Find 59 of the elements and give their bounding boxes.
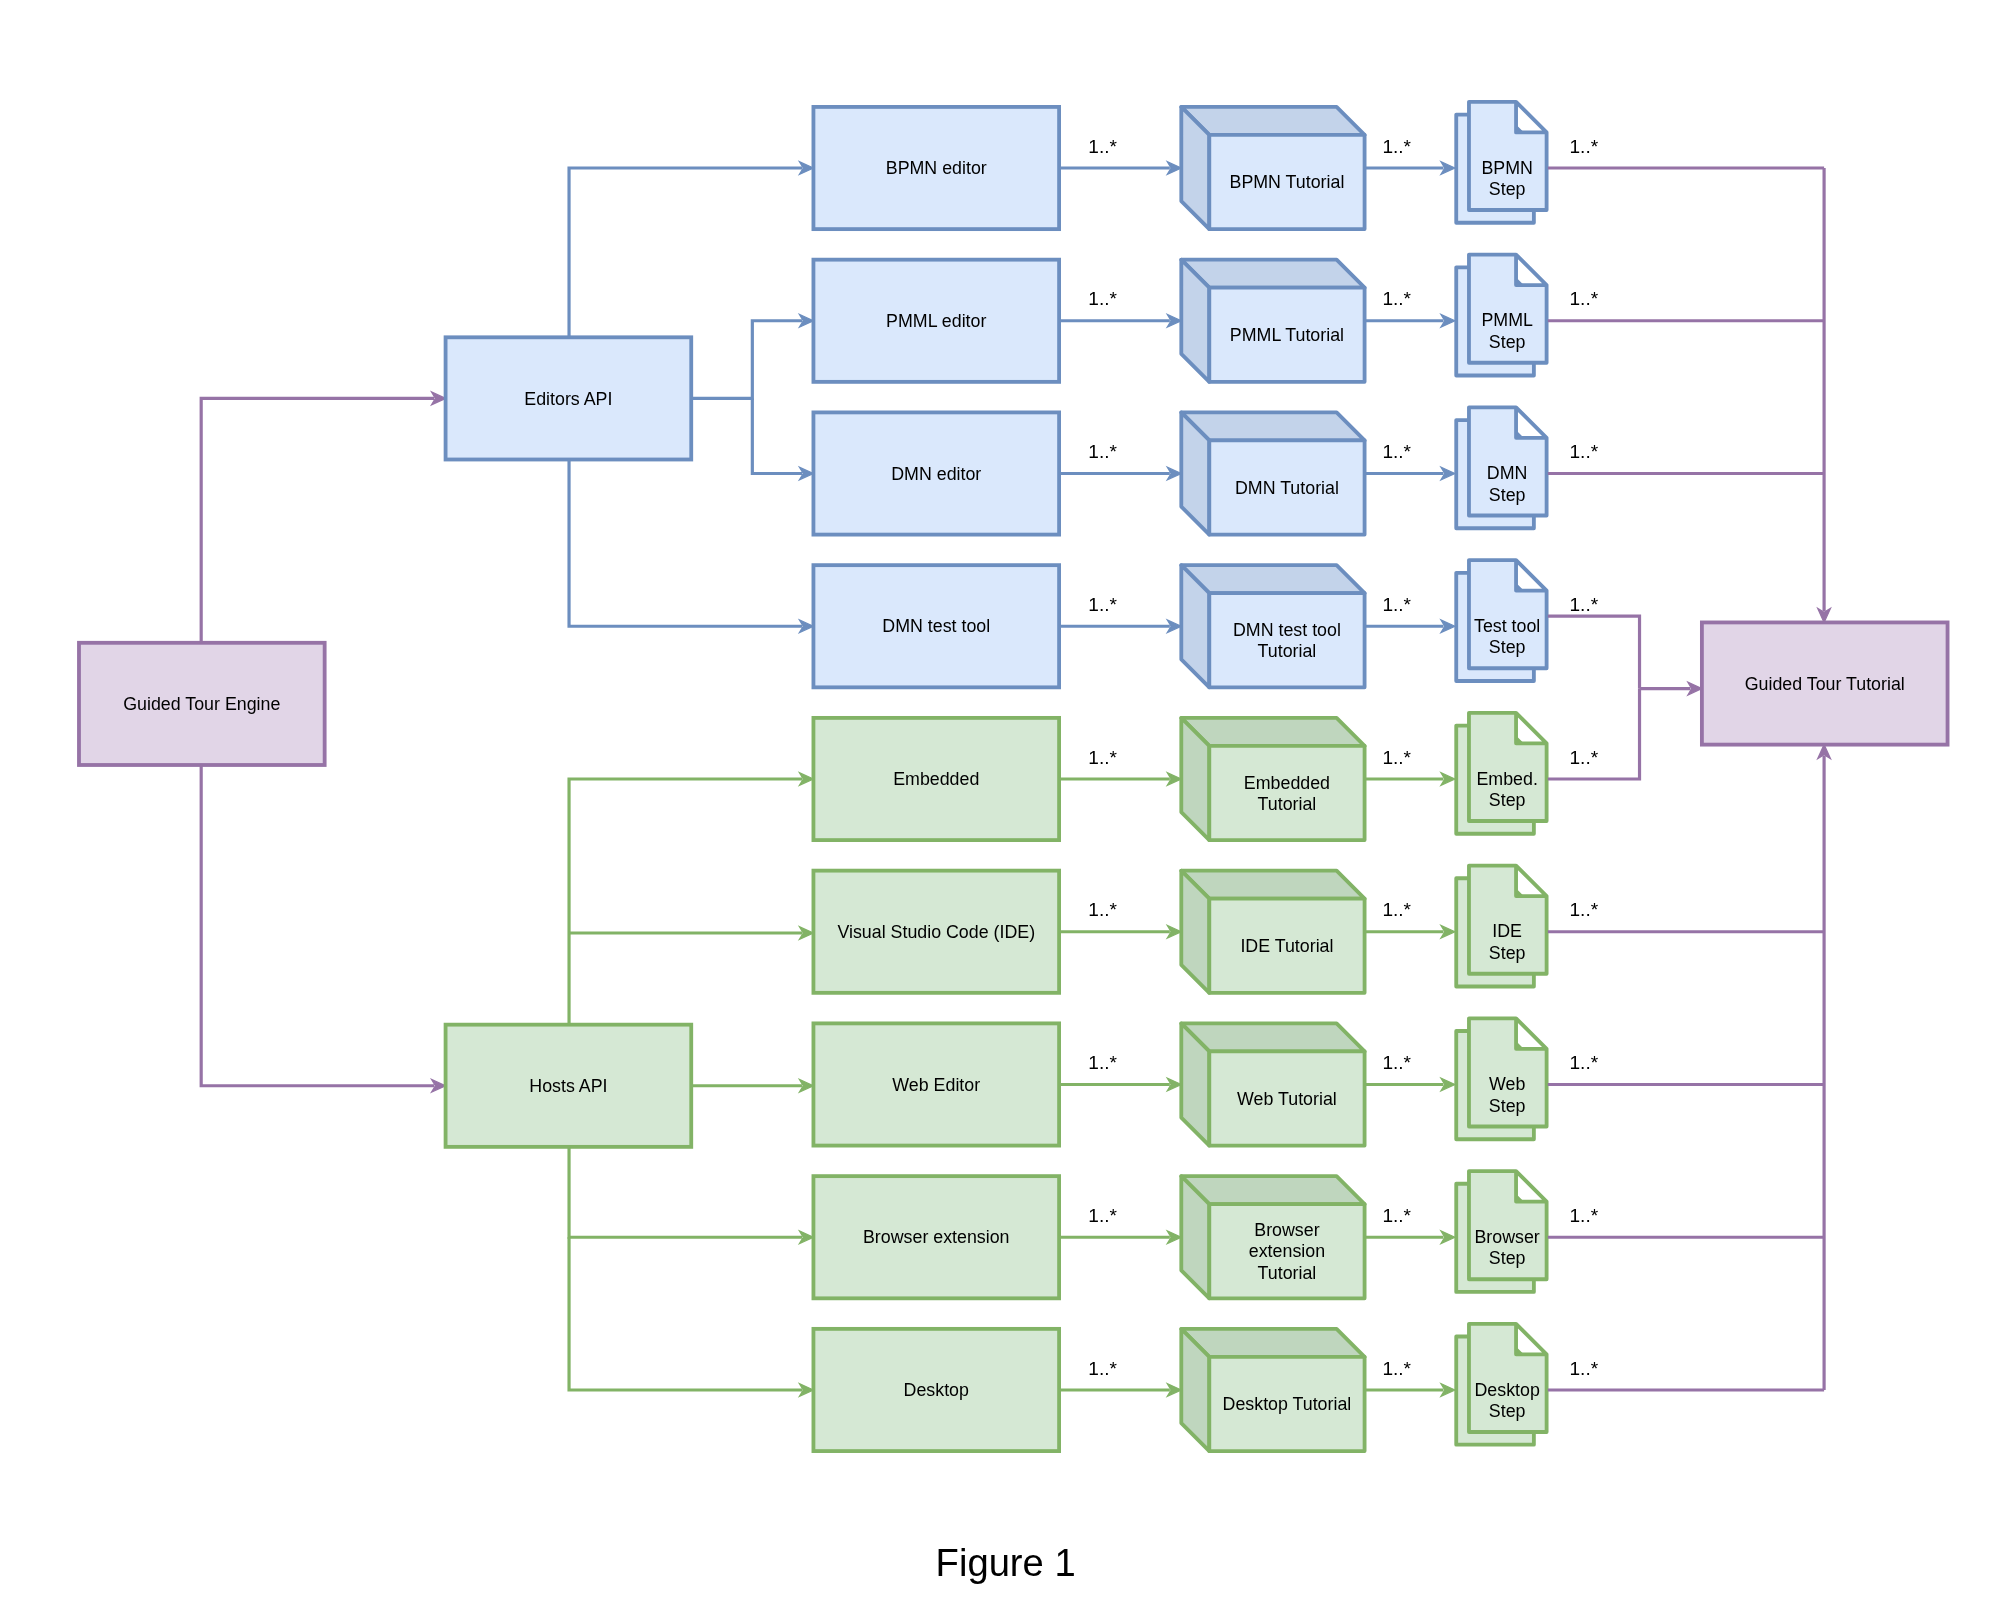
multiplicity-label: 1..*	[1382, 746, 1412, 768]
node-label: Web Step	[1488, 1074, 1526, 1116]
multiplicity-label: 1..*	[1382, 1357, 1412, 1379]
multiplicity-label: 1..*	[1569, 1204, 1599, 1226]
node-label: BPMN Tutorial	[1229, 172, 1345, 193]
node-label: Embedded Tutorial	[1243, 772, 1331, 814]
node-label: DMN test tool	[882, 616, 991, 637]
node-label: Guided Tour Engine	[123, 694, 281, 715]
figure-caption: Figure 1	[935, 1540, 1076, 1584]
node-label: Desktop Tutorial	[1222, 1394, 1352, 1415]
node-label: Web Tutorial	[1237, 1088, 1337, 1109]
node-label: IDE Step	[1488, 921, 1526, 963]
node-label: DMN editor	[891, 463, 982, 484]
node-label: Embed. Step	[1476, 768, 1538, 811]
multiplicity-label: 1..*	[1088, 1357, 1117, 1379]
multiplicity-label: 1..*	[1569, 1052, 1599, 1074]
node-label: Desktop Step	[1474, 1379, 1540, 1422]
node-label: BPMN editor	[885, 158, 987, 179]
node-label: Web Editor	[892, 1074, 981, 1095]
node-label: Browser Step	[1474, 1226, 1540, 1269]
multiplicity-label: 1..*	[1382, 1052, 1412, 1074]
node-label: IDE Tutorial	[1240, 936, 1334, 956]
node-label: Embedded	[893, 769, 980, 790]
multiplicity-label: 1..*	[1569, 135, 1599, 157]
multiplicity-label: 1..*	[1569, 288, 1599, 310]
node-label: Desktop	[903, 1380, 969, 1401]
multiplicity-label: 1..*	[1088, 1204, 1117, 1226]
multiplicity-label: 1..*	[1088, 441, 1117, 463]
node-label: Browser extension Tutorial	[1248, 1220, 1326, 1283]
multiplicity-label: 1..*	[1088, 746, 1117, 768]
node-label: BPMN Step	[1481, 157, 1533, 200]
node-label: PMML editor	[886, 311, 987, 331]
node-label: Visual Studio Code (IDE)	[837, 922, 1036, 942]
multiplicity-label: 1..*	[1382, 594, 1412, 615]
multiplicity-label: 1..*	[1382, 288, 1412, 310]
node-label: DMN Tutorial	[1234, 477, 1339, 498]
multiplicity-label: 1..*	[1569, 899, 1599, 921]
node-label: Hosts API	[529, 1076, 608, 1096]
multiplicity-label: 1..*	[1088, 135, 1117, 157]
node-label: PMML Tutorial	[1229, 325, 1345, 345]
multiplicity-label: 1..*	[1569, 594, 1599, 615]
multiplicity-label: 1..*	[1569, 1357, 1599, 1379]
multiplicity-label: 1..*	[1382, 899, 1412, 921]
node-label: Test tool Step	[1474, 616, 1541, 658]
node-label: Guided Tour Tutorial	[1744, 673, 1905, 694]
multiplicity-label: 1..*	[1088, 288, 1117, 310]
multiplicity-label: 1..*	[1382, 1204, 1412, 1226]
multiplicity-label: 1..*	[1569, 746, 1599, 768]
node-label: Browser extension	[863, 1227, 1010, 1248]
multiplicity-label: 1..*	[1088, 899, 1117, 921]
node-label: DMN test tool Tutorial	[1233, 619, 1341, 662]
multiplicity-label: 1..*	[1088, 594, 1117, 615]
multiplicity-label: 1..*	[1088, 1052, 1117, 1074]
node-label: Editors API	[524, 388, 613, 409]
multiplicity-label: 1..*	[1382, 441, 1412, 463]
node-label: DMN Step	[1486, 463, 1528, 505]
multiplicity-label: 1..*	[1569, 441, 1599, 463]
node-label: PMML Step	[1481, 310, 1533, 352]
multiplicity-label: 1..*	[1382, 135, 1412, 157]
